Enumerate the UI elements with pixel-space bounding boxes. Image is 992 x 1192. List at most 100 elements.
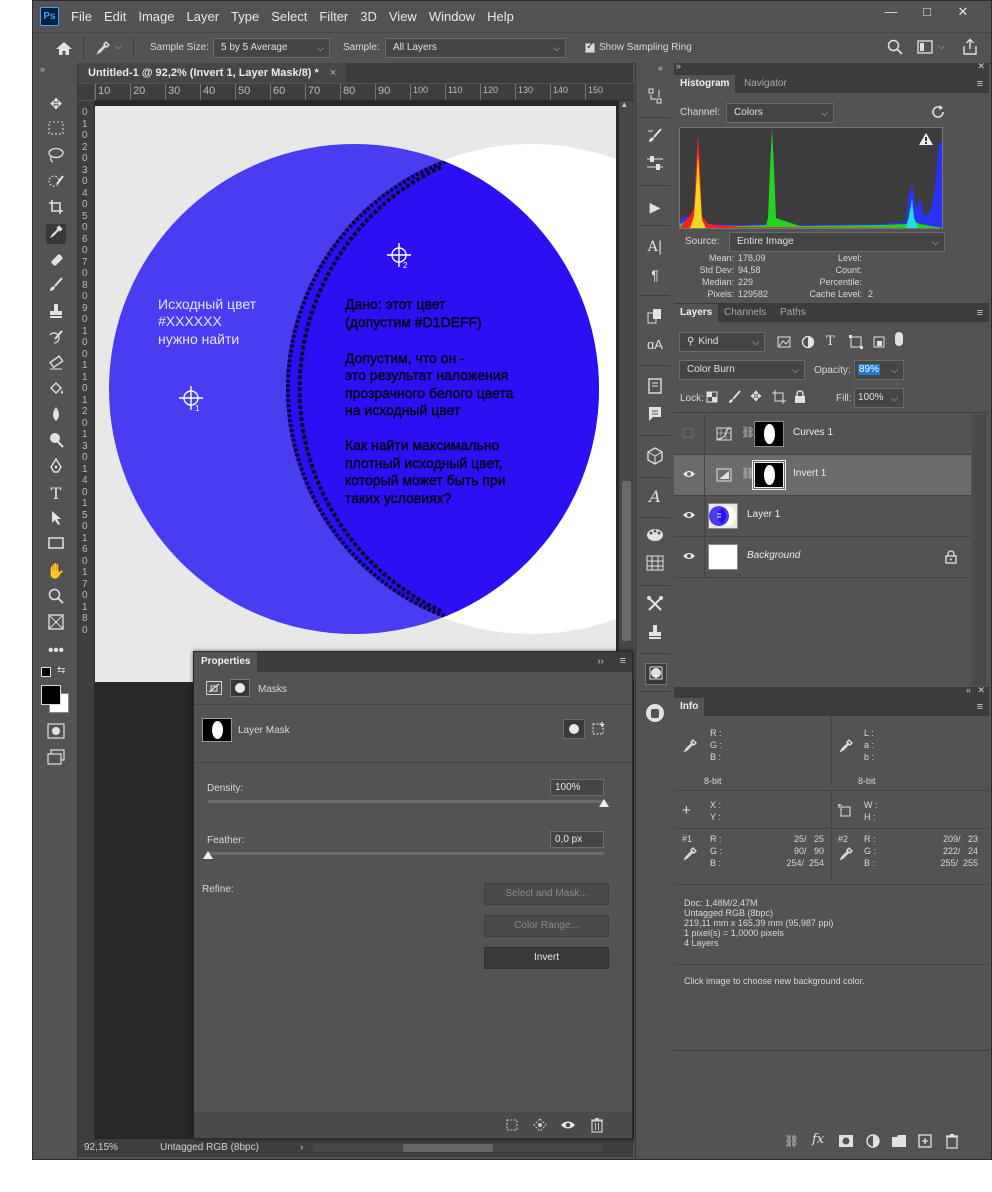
- link-chain-icon[interactable]: ⛓: [741, 426, 755, 439]
- refresh-icon[interactable]: [930, 104, 946, 120]
- quick-selection-tool-icon[interactable]: [46, 173, 66, 193]
- healing-brush-tool-icon[interactable]: [46, 251, 66, 271]
- menu-image[interactable]: Image: [138, 9, 174, 24]
- menu-help[interactable]: Help: [487, 9, 514, 24]
- tab-navigator[interactable]: Navigator: [738, 75, 793, 93]
- new-adjustment-layer-icon[interactable]: [865, 1133, 881, 1149]
- invert-button[interactable]: Invert: [484, 947, 609, 969]
- close-button[interactable]: ✕: [945, 1, 981, 23]
- load-selection-icon[interactable]: [532, 1117, 548, 1133]
- move-tool-icon[interactable]: ✥: [46, 95, 66, 115]
- adjustments-panel-icon[interactable]: [645, 155, 665, 175]
- lock-transparent-pixels-icon[interactable]: [706, 391, 718, 403]
- menu-layer[interactable]: Layer: [187, 9, 220, 24]
- properties-tab[interactable]: Properties: [194, 652, 258, 672]
- layer-name[interactable]: Layer 1: [747, 509, 780, 520]
- scroll-up-icon[interactable]: ▴: [622, 99, 627, 110]
- tab-layers[interactable]: Layers: [674, 304, 719, 322]
- lock-all-icon[interactable]: [794, 390, 806, 404]
- tool-preset-chevron-icon[interactable]: ⌵: [115, 41, 122, 52]
- collapse-dock-icon[interactable]: «: [658, 63, 663, 73]
- opacity-value[interactable]: 89%: [858, 364, 881, 375]
- history-brush-tool-icon[interactable]: [46, 329, 66, 349]
- sample-select[interactable]: All Layers ⌵: [385, 38, 566, 58]
- layer-thumbnail[interactable]: [708, 544, 738, 570]
- feather-slider-thumb[interactable]: [203, 851, 213, 859]
- layer-row-curves-1[interactable]: ⛓ Curves 1: [674, 414, 971, 455]
- mask-properties-icon[interactable]: [230, 679, 250, 697]
- filter-pixel-icon[interactable]: [777, 336, 791, 348]
- density-slider[interactable]: [208, 800, 604, 803]
- tool-presets-icon[interactable]: [645, 595, 665, 615]
- pen-tool-icon[interactable]: [46, 457, 66, 478]
- workspace-icon[interactable]: [917, 40, 935, 54]
- brush-tool-icon[interactable]: [46, 276, 66, 296]
- filter-type-icon[interactable]: T: [826, 334, 835, 349]
- filter-shape-icon[interactable]: [849, 335, 863, 349]
- foreground-color-swatch[interactable]: [41, 685, 61, 705]
- collapse-panel-icon[interactable]: ››: [597, 656, 604, 667]
- link-chain-icon[interactable]: ⛓: [741, 467, 755, 480]
- history-panel-icon[interactable]: [645, 87, 665, 107]
- default-colors-icon[interactable]: [41, 667, 51, 677]
- document-tab[interactable]: Untitled-1 @ 92,2% (Invert 1, Layer Mask…: [78, 63, 347, 83]
- layer-row-background[interactable]: Background: [674, 537, 971, 578]
- close-panel-group-icon[interactable]: ✕: [977, 61, 985, 72]
- ruler-origin[interactable]: [78, 84, 94, 100]
- zoom-level[interactable]: 92,15%: [84, 1142, 118, 1153]
- learn-panel-icon[interactable]: [645, 703, 665, 723]
- add-vector-mask-icon[interactable]: [591, 721, 607, 737]
- actions-play-icon[interactable]: ▶: [645, 197, 665, 217]
- search-icon[interactable]: [887, 39, 903, 55]
- vertical-scrollbar[interactable]: ▴: [619, 99, 634, 681]
- collapse-icon[interactable]: «: [966, 685, 971, 695]
- close-panel-group-icon[interactable]: ✕: [977, 685, 985, 696]
- menu-type[interactable]: Type: [231, 9, 259, 24]
- menu-3d[interactable]: 3D: [360, 9, 377, 24]
- select-pixel-mask-button[interactable]: [563, 719, 585, 739]
- layer-row-layer-1[interactable]: Layer 1: [674, 496, 971, 537]
- clone-stamp-tool-icon[interactable]: [46, 303, 66, 323]
- fill-field[interactable]: 100% ⌵: [854, 388, 904, 408]
- character-styles-icon[interactable]: A: [645, 487, 665, 507]
- delete-mask-icon[interactable]: [590, 1117, 604, 1133]
- layer-name[interactable]: Background: [747, 550, 800, 561]
- eyedropper-tool-icon[interactable]: [46, 224, 66, 244]
- visibility-eye-icon[interactable]: [682, 550, 696, 564]
- notes-panel-icon[interactable]: [645, 377, 665, 397]
- 3d-panel-icon[interactable]: [645, 447, 665, 467]
- blur-tool-icon[interactable]: [46, 406, 66, 426]
- select-and-mask-button[interactable]: Select and Mask...: [484, 883, 609, 905]
- layer-mask-thumbnail[interactable]: [754, 421, 784, 447]
- photoshop-logo[interactable]: Ps: [40, 6, 59, 26]
- close-tab-icon[interactable]: ×: [330, 67, 336, 79]
- horizontal-ruler[interactable]: 10 20 30 40 50 60 70 80 90 100 110 120 130 140 150: [95, 84, 634, 101]
- blend-mode-select[interactable]: Color Burn ⌵: [679, 360, 805, 380]
- dodge-tool-icon[interactable]: [46, 432, 66, 452]
- workspace-chevron-icon[interactable]: ⌵: [938, 41, 945, 52]
- brush-settings-icon[interactable]: [645, 127, 665, 147]
- panel-menu-icon[interactable]: ≡: [977, 698, 983, 716]
- paint-bucket-tool-icon[interactable]: [46, 380, 66, 400]
- swatches-panel-icon[interactable]: [645, 527, 665, 547]
- source-select[interactable]: Entire Image ⌵: [729, 232, 945, 252]
- opacity-field[interactable]: 89% ⌵: [854, 360, 904, 380]
- visibility-toggle-hidden[interactable]: [683, 428, 693, 438]
- feather-input[interactable]: 0,0 px: [550, 831, 604, 848]
- marquee-tool-icon[interactable]: [46, 121, 66, 141]
- filter-smart-object-icon[interactable]: [872, 335, 886, 349]
- lock-image-pixels-icon[interactable]: [728, 390, 742, 404]
- minimize-button[interactable]: —: [873, 1, 909, 23]
- feather-slider[interactable]: [208, 852, 604, 855]
- visibility-eye-icon[interactable]: [560, 1118, 576, 1132]
- glyphs-panel-icon[interactable]: ɑA: [645, 335, 665, 355]
- lock-artboard-icon[interactable]: [772, 390, 786, 404]
- tab-histogram[interactable]: Histogram: [674, 75, 736, 93]
- layer-style-fx-icon[interactable]: fx: [812, 1132, 824, 1147]
- eyedropper-icon[interactable]: [682, 846, 698, 862]
- delete-layer-icon[interactable]: [945, 1133, 959, 1149]
- status-menu-chevron-icon[interactable]: ›: [300, 1142, 303, 1153]
- eyedropper-icon[interactable]: [838, 846, 854, 862]
- menu-window[interactable]: Window: [429, 9, 475, 24]
- tab-paths[interactable]: Paths: [774, 304, 812, 322]
